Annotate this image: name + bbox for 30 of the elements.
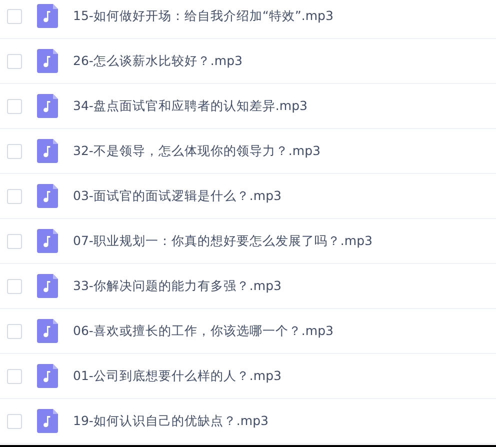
file-name[interactable]: 19-如何认识自己的优缺点？.mp3 [73,412,268,430]
music-file-icon [37,409,58,433]
checkbox[interactable] [7,98,22,114]
file-name[interactable]: 26-怎么谈薪水比较好？.mp3 [73,52,242,70]
file-name[interactable]: 07-职业规划一：你真的想好要怎么发展了吗？.mp3 [73,232,372,250]
checkbox[interactable] [7,278,22,294]
music-file-icon [37,364,58,388]
file-name[interactable]: 01-公司到底想要什么样的人？.mp3 [73,368,282,384]
music-file-icon [37,229,58,253]
checkbox[interactable] [7,8,22,24]
file-name[interactable]: 06-喜欢或擅长的工作，你该选哪一个？.mp3 [73,322,334,340]
file-name[interactable]: 15-如何做好开场：给自我介绍加“特效”.mp3 [73,8,334,24]
checkbox[interactable] [7,234,22,248]
file-name[interactable]: 32-不是领导，怎么体现你的领导力？.mp3 [73,142,320,160]
music-file-icon [37,319,58,343]
checkbox[interactable] [7,188,22,204]
music-file-icon [37,184,58,208]
file-name[interactable]: 34-盘点面试官和应聘者的认知差异.mp3 [73,98,308,114]
file-name[interactable]: 33-你解决问题的能力有多强？.mp3 [73,278,282,294]
checkbox[interactable] [7,144,22,158]
music-file-icon [37,94,58,118]
checkbox[interactable] [7,54,22,68]
music-file-icon [37,49,58,73]
checkbox[interactable] [7,414,22,428]
checkbox[interactable] [7,324,22,338]
music-file-icon [37,139,58,163]
checkbox[interactable] [7,368,22,384]
music-file-icon [37,274,58,298]
file-name[interactable]: 03-面试官的面试逻辑是什么？.mp3 [73,188,282,204]
music-file-icon [37,4,58,28]
